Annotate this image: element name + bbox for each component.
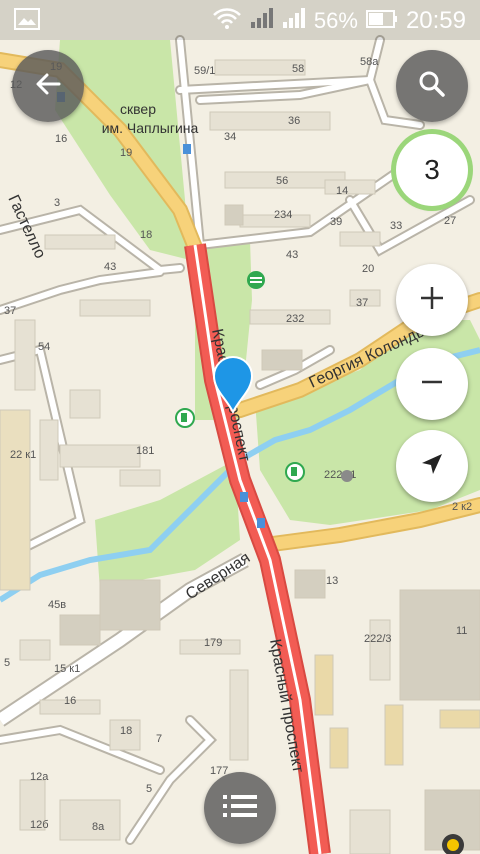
svg-text:18: 18: [120, 725, 132, 737]
svg-text:56: 56: [276, 175, 288, 187]
signal-icon: [250, 6, 274, 36]
gas-station-icon[interactable]: [175, 408, 195, 428]
bus-stop-icon[interactable]: [257, 518, 265, 528]
svg-text:43: 43: [286, 249, 298, 261]
list-icon: [223, 793, 257, 824]
svg-text:36: 36: [288, 115, 300, 127]
svg-text:14: 14: [336, 185, 348, 197]
search-icon: [417, 69, 447, 104]
zoom-in-button[interactable]: [396, 264, 468, 336]
svg-text:11: 11: [456, 625, 467, 637]
svg-text:13: 13: [326, 575, 338, 587]
search-button[interactable]: [396, 50, 468, 122]
svg-text:232: 232: [286, 313, 304, 325]
cluster-count-badge[interactable]: 3: [396, 134, 468, 206]
svg-text:234: 234: [274, 209, 292, 221]
svg-text:37: 37: [356, 297, 368, 309]
image-icon: [14, 7, 40, 36]
svg-text:5: 5: [146, 783, 152, 795]
svg-text:34: 34: [224, 131, 236, 143]
svg-text:12а: 12а: [30, 771, 49, 783]
svg-text:16: 16: [64, 695, 76, 707]
minus-icon: [418, 368, 446, 401]
svg-text:19: 19: [120, 147, 132, 159]
cluster-count: 3: [424, 154, 440, 185]
svg-text:15 к1: 15 к1: [54, 663, 80, 675]
svg-text:39: 39: [330, 216, 342, 228]
battery-percent: 56%: [313, 8, 358, 33]
svg-text:27: 27: [444, 215, 456, 227]
bus-stop-icon[interactable]: [183, 144, 191, 154]
svg-text:58а: 58а: [360, 56, 379, 68]
svg-text:33: 33: [390, 220, 402, 232]
svg-text:20: 20: [362, 263, 374, 275]
park-label: сквер: [120, 101, 156, 117]
svg-text:59/1: 59/1: [194, 65, 215, 77]
svg-text:3: 3: [54, 197, 60, 209]
svg-text:18: 18: [140, 229, 152, 241]
back-button[interactable]: [12, 50, 84, 122]
svg-text:5: 5: [4, 657, 10, 669]
map-canvas[interactable]: 19 12 16 19 59/1 58 58а 34 36 56 14 3 18…: [0, 0, 480, 854]
svg-text:37: 37: [4, 305, 16, 317]
bus-stop-icon[interactable]: [240, 492, 248, 502]
svg-text:45в: 45в: [48, 599, 66, 611]
navigation-arrow-icon: [418, 450, 446, 483]
svg-text:58: 58: [292, 63, 304, 75]
svg-text:54: 54: [38, 341, 50, 353]
clock: 20:59: [405, 7, 466, 34]
svg-text:12б: 12б: [30, 819, 49, 831]
park-label-sub: им. Чаплыгина: [102, 120, 199, 136]
zoom-out-button[interactable]: [396, 348, 468, 420]
svg-text:16: 16: [55, 133, 67, 145]
status-bar: 56% 20:59: [0, 0, 480, 40]
bank-icon[interactable]: [247, 271, 265, 289]
svg-text:179: 179: [204, 637, 222, 649]
back-icon: [33, 69, 63, 104]
plus-icon: [418, 284, 446, 317]
svg-text:43: 43: [104, 261, 116, 273]
battery-icon: [365, 8, 398, 34]
svg-text:2 к2: 2 к2: [452, 501, 472, 513]
svg-text:8а: 8а: [92, 821, 105, 833]
svg-text:222/3: 222/3: [364, 633, 392, 645]
svg-text:181: 181: [136, 445, 154, 457]
svg-text:22 к1: 22 к1: [10, 449, 36, 461]
wifi-icon: [212, 6, 242, 36]
svg-text:7: 7: [156, 733, 162, 745]
menu-button[interactable]: [204, 772, 276, 844]
signal-icon: [282, 6, 306, 36]
shop-icon[interactable]: [341, 470, 353, 482]
gas-station-icon[interactable]: [285, 462, 305, 482]
locate-button[interactable]: [396, 430, 468, 502]
